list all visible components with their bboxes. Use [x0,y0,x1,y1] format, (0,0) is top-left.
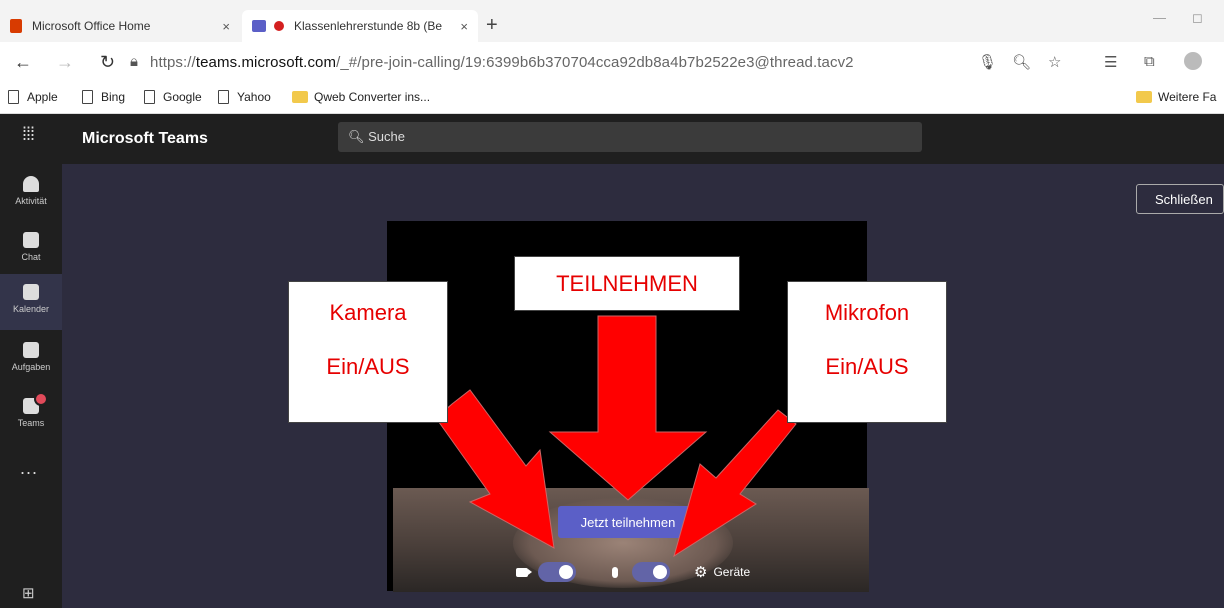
app-launcher-icon[interactable]: ⁞⁞⁞ [22,124,35,145]
bookmarks-bar: Apple Bing Google Yahoo Qweb Converter i… [0,84,1224,114]
more-apps-icon[interactable]: ... [20,458,38,479]
bookmark-yahoo[interactable]: Yahoo [218,90,271,104]
notification-badge [34,392,48,406]
address-bar: ← → ↻ 🔒︎ https://teams.microsoft.com/_#/… [0,42,1224,84]
callout-line1: Mikrofon [824,300,910,325]
camera-icon [516,567,532,577]
bookmark-apple[interactable]: Apple [8,90,58,104]
microphone-icon [612,566,618,578]
minimize-icon[interactable]: — [1153,10,1166,25]
favorites-list-icon[interactable]: ☰ [1104,53,1117,71]
page-icon [218,90,229,104]
camera-control [516,560,576,584]
calendar-icon [23,284,39,300]
app-title: Microsoft Teams [82,130,208,147]
search-input[interactable]: 🔍︎ Suche [338,122,922,152]
bookmark-label: Bing [101,90,126,104]
forward-icon[interactable]: → [56,52,74,73]
maximize-icon[interactable]: ◻ [1192,10,1203,26]
callout-line1: Kamera [329,300,407,325]
bookmark-label: Qweb Converter ins... [314,90,431,104]
app-rail: Aktivität Chat Kalender Aufgaben Teams [0,164,62,608]
office-icon [10,19,22,33]
profile-avatar[interactable] [1184,52,1202,70]
zoom-icon[interactable]: 🔍︎ [1012,53,1031,71]
gear-icon: ⚙ [694,564,708,581]
join-callout: TEILNEHMEN [514,256,740,311]
search-icon: 🔍︎ [348,129,365,144]
camera-toggle[interactable] [538,562,576,582]
rail-label: Kalender [12,304,50,314]
callout-line2: Ein/AUS [326,354,410,379]
rail-item-activity[interactable]: Aktivität [0,166,62,222]
close-tab-icon[interactable]: × [460,19,468,34]
microphone-toggle[interactable] [632,562,670,582]
join-now-button[interactable]: Jetzt teilnehmen [558,506,698,538]
rail-item-teams[interactable]: Teams [0,388,62,444]
lock-icon[interactable]: 🔒︎ [130,53,138,70]
page-icon [8,90,19,104]
bookmark-label: Yahoo [237,90,271,104]
refresh-icon[interactable]: ↻ [100,52,115,73]
close-button[interactable]: Schließen [1136,184,1224,214]
tab-office-home[interactable]: Microsoft Office Home × [0,10,240,42]
bookmark-label: Weitere Fa [1158,90,1217,104]
bell-icon [23,176,39,192]
microphone-permission-icon[interactable]: 🎙︎ [978,53,997,71]
apps-icon[interactable]: ⊞ [22,584,35,602]
back-icon[interactable]: ← [14,52,32,73]
close-tab-icon[interactable]: × [222,19,230,34]
new-tab-button[interactable]: + [486,14,498,37]
rail-item-calendar[interactable]: Kalender [0,274,62,330]
callout-line2: Ein/AUS [825,354,909,379]
tab-teams-meeting[interactable]: Klassenlehrerstunde 8b (Be × [242,10,478,42]
page-icon [82,90,93,104]
microphone-callout: Mikrofon Ein/AUS [787,281,947,423]
rail-item-assignments[interactable]: Aufgaben [0,332,62,388]
bookmark-label: Google [163,90,202,104]
bookmark-bing[interactable]: Bing [82,90,125,104]
folder-icon [292,91,308,103]
rail-label: Teams [17,418,45,428]
url-field[interactable]: https://teams.microsoft.com/_#/pre-join-… [150,54,854,71]
rail-label: Aufgaben [11,362,51,372]
favorite-star-icon[interactable]: ☆ [1048,53,1061,71]
bookmark-google[interactable]: Google [144,90,202,104]
camera-callout: Kamera Ein/AUS [288,281,448,423]
url-prefix: https:// [150,54,196,71]
teams-icon [252,20,266,32]
callout-line1: TEILNEHMEN [556,271,698,296]
assignments-icon [23,342,39,358]
folder-icon [1136,91,1152,103]
bookmark-more-folder[interactable]: Weitere Fa [1136,90,1216,104]
microphone-control [612,560,670,584]
url-host: teams.microsoft.com [195,54,337,71]
recording-dot-icon [274,21,284,31]
collections-icon[interactable]: ⧉ [1144,53,1155,70]
browser-tab-bar: Microsoft Office Home × Klassenlehrerstu… [0,0,1224,42]
chat-icon [23,232,39,248]
tab-title: Microsoft Office Home [32,19,151,33]
rail-item-chat[interactable]: Chat [0,222,62,278]
rail-label: Chat [21,252,41,262]
search-placeholder: Suche [368,129,406,144]
devices-control[interactable]: ⚙ Geräte [694,560,750,584]
rail-label: Aktivität [15,196,47,206]
bookmark-label: Apple [27,90,58,104]
url-path: /_#/pre-join-calling/19:6399b6b370704cca… [336,54,854,71]
devices-label: Geräte [713,565,751,579]
page-icon [144,90,155,104]
tab-title: Klassenlehrerstunde 8b (Be [294,19,443,33]
bookmark-qweb[interactable]: Qweb Converter ins... [292,90,430,104]
